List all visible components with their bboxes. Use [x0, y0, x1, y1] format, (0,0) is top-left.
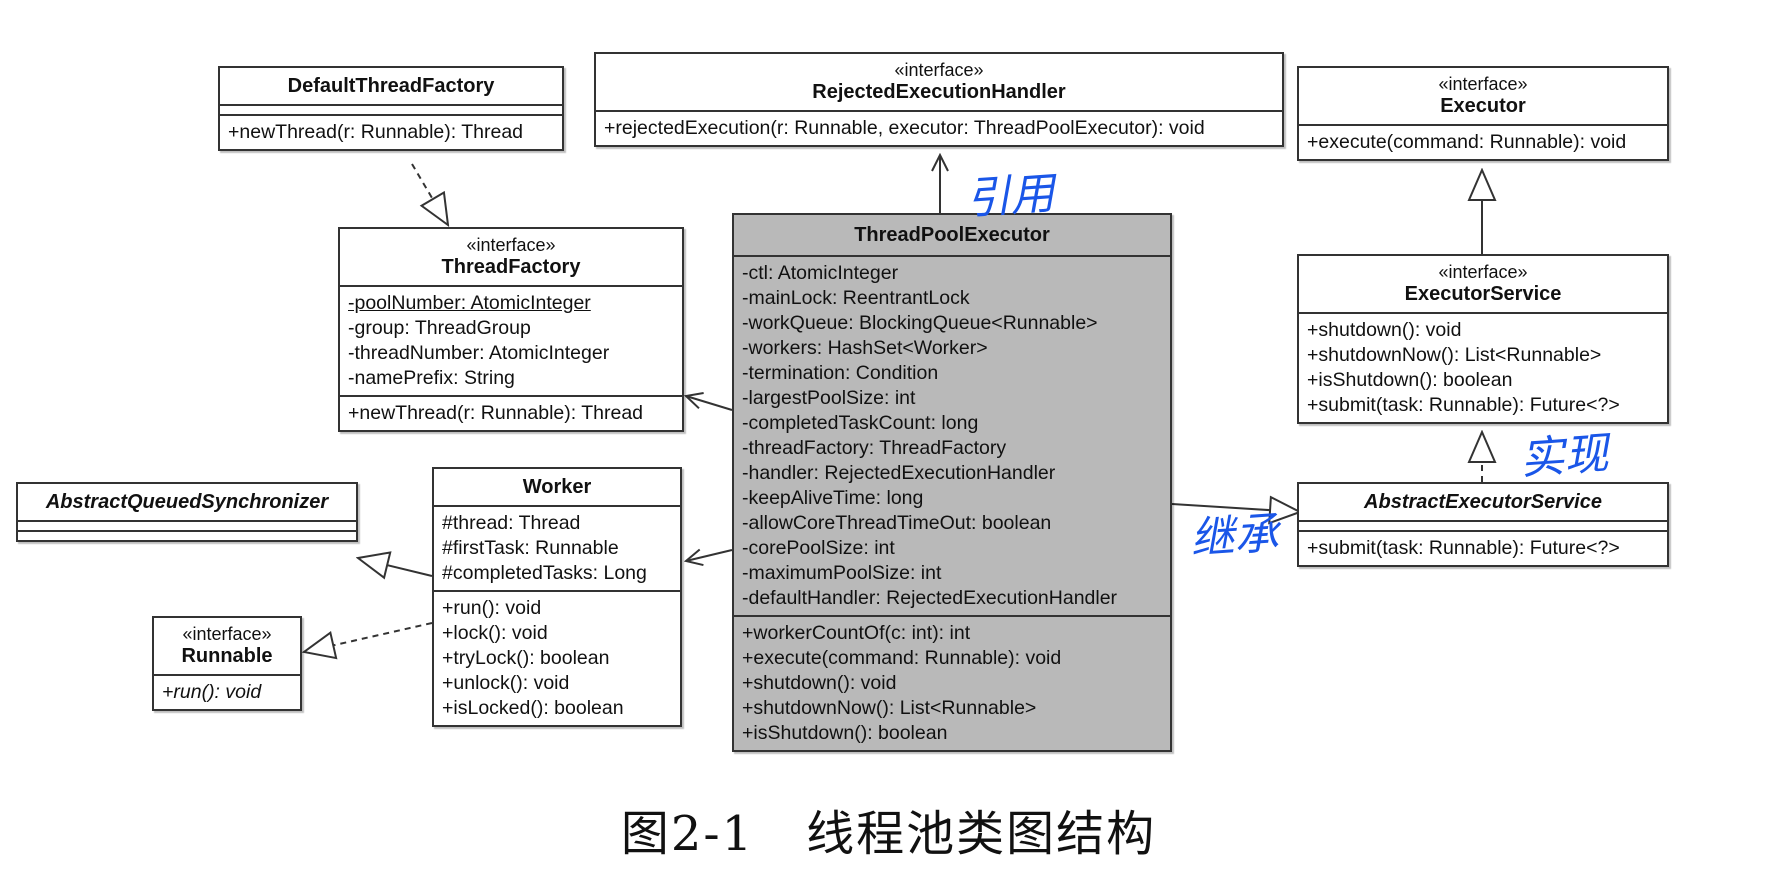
attributes-section: [18, 522, 356, 532]
class-name: AbstractExecutorService: [1364, 491, 1602, 513]
figure-caption: 图2-1 线程池类图结构: [0, 794, 1777, 864]
method: +tryLock(): boolean: [442, 647, 610, 669]
attribute: #completedTasks: Long: [442, 562, 647, 584]
method: +shutdownNow(): List<Runnable>: [1307, 344, 1602, 366]
methods-section: +rejectedExecution(r: Runnable, executor…: [596, 112, 1282, 145]
method: +newThread(r: Runnable): Thread: [348, 402, 644, 424]
annotation-implements: 实现: [1518, 427, 1610, 485]
attributes-section: #thread: Thread #firstTask: Runnable #co…: [434, 507, 680, 592]
class-worker: Worker #thread: Thread #firstTask: Runna…: [432, 467, 682, 727]
figure-title: 线程池类图结构: [806, 806, 1157, 862]
method: +execute(command: Runnable): void: [1307, 131, 1627, 153]
method: +isShutdown(): boolean: [1307, 369, 1513, 391]
attribute: -poolNumber: AtomicInteger: [348, 292, 591, 314]
attributes-section: -poolNumber: AtomicInteger -group: Threa…: [340, 287, 682, 397]
attribute: -largestPoolSize: int: [742, 387, 916, 409]
class-name: Executor: [1440, 95, 1526, 117]
methods-section: +workerCountOf(c: int): int +execute(com…: [734, 617, 1170, 750]
methods-section: +newThread(r: Runnable): Thread: [340, 397, 682, 430]
attribute: -ctl: AtomicInteger: [742, 262, 899, 284]
realization-worker-runnable: [304, 622, 433, 652]
class-name: ThreadFactory: [441, 256, 581, 278]
methods-section: [18, 532, 356, 540]
methods-section: +execute(command: Runnable): void: [1299, 126, 1667, 159]
association-threadfactory: [686, 396, 733, 411]
realization-defaultthreadfactory-threadfactory: [411, 163, 448, 225]
attribute: -defaultHandler: RejectedExecutionHandle…: [742, 587, 1118, 609]
class-executor-service: «interface» ExecutorService +shutdown():…: [1297, 254, 1669, 424]
attribute: -mainLock: ReentrantLock: [742, 287, 970, 309]
attribute: -corePoolSize: int: [742, 537, 895, 559]
class-name: ThreadPoolExecutor: [854, 224, 1050, 246]
class-thread-pool-executor: ThreadPoolExecutor -ctl: AtomicInteger -…: [732, 213, 1172, 752]
stereotype: «interface»: [1438, 262, 1528, 282]
attributes-section: [1299, 522, 1667, 532]
method: +shutdown(): void: [742, 672, 897, 694]
attributes-section: [220, 106, 562, 116]
methods-section: +submit(task: Runnable): Future<?>: [1299, 532, 1667, 565]
class-abstract-executor-service: AbstractExecutorService +submit(task: Ru…: [1297, 482, 1669, 567]
method: +submit(task: Runnable): Future<?>: [1307, 537, 1620, 559]
attribute: -namePrefix: String: [348, 367, 515, 389]
attribute: -threadFactory: ThreadFactory: [742, 437, 1007, 459]
methods-section: +newThread(r: Runnable): Thread: [220, 116, 562, 149]
methods-section: +run(): void +lock(): void +tryLock(): b…: [434, 592, 680, 725]
method: +run(): void: [162, 681, 262, 703]
method: +workerCountOf(c: int): int: [742, 622, 971, 644]
class-executor: «interface» Executor +execute(command: R…: [1297, 66, 1669, 161]
annotation-reference: 引用: [964, 167, 1056, 225]
attribute: -keepAliveTime: long: [742, 487, 924, 509]
class-name: Runnable: [181, 645, 273, 667]
class-name: Worker: [522, 476, 592, 498]
class-name: AbstractQueuedSynchronizer: [45, 491, 329, 513]
method: +lock(): void: [442, 622, 548, 644]
method: +unlock(): void: [442, 672, 570, 694]
attribute: -handler: RejectedExecutionHandler: [742, 462, 1056, 484]
attribute: -workers: HashSet<Worker>: [742, 337, 988, 359]
attribute: #firstTask: Runnable: [442, 537, 619, 559]
attribute: -workQueue: BlockingQueue<Runnable>: [742, 312, 1098, 334]
method: +execute(command: Runnable): void: [742, 647, 1062, 669]
association-worker: [686, 550, 733, 561]
method: +rejectedExecution(r: Runnable, executor…: [604, 117, 1205, 139]
class-default-thread-factory: DefaultThreadFactory +newThread(r: Runna…: [218, 66, 564, 151]
method: +run(): void: [442, 597, 542, 619]
methods-section: +run(): void: [154, 676, 300, 709]
method: +isLocked(): boolean: [442, 697, 624, 719]
stereotype: «interface»: [466, 235, 556, 255]
method: +submit(task: Runnable): Future<?>: [1307, 394, 1620, 416]
attribute: -termination: Condition: [742, 362, 939, 384]
class-name: RejectedExecutionHandler: [812, 81, 1066, 103]
figure-number: 图2-1: [620, 806, 755, 862]
class-runnable: «interface» Runnable +run(): void: [152, 616, 302, 711]
attribute: -group: ThreadGroup: [348, 317, 531, 339]
method: +newThread(r: Runnable): Thread: [228, 121, 524, 143]
generalization-worker-aqs: [358, 558, 433, 576]
stereotype: «interface»: [894, 60, 984, 80]
attribute: -completedTaskCount: long: [742, 412, 979, 434]
class-rejected-execution-handler: «interface» RejectedExecutionHandler +re…: [594, 52, 1284, 147]
class-abstract-queued-synchronizer: AbstractQueuedSynchronizer: [16, 482, 358, 542]
attributes-section: -ctl: AtomicInteger -mainLock: Reentrant…: [734, 257, 1170, 617]
method: +isShutdown(): boolean: [742, 722, 948, 744]
attribute: -allowCoreThreadTimeOut: boolean: [742, 512, 1052, 534]
method: +shutdown(): void: [1307, 319, 1462, 341]
class-name: ExecutorService: [1404, 283, 1562, 305]
stereotype: «interface»: [182, 624, 272, 644]
method: +shutdownNow(): List<Runnable>: [742, 697, 1037, 719]
methods-section: +shutdown(): void +shutdownNow(): List<R…: [1299, 314, 1667, 422]
attribute: -threadNumber: AtomicInteger: [348, 342, 610, 364]
stereotype: «interface»: [1438, 74, 1528, 94]
attribute: #thread: Thread: [442, 512, 581, 534]
class-name: DefaultThreadFactory: [287, 75, 495, 97]
annotation-inherits: 继承: [1188, 507, 1280, 565]
attribute: -maximumPoolSize: int: [742, 562, 942, 584]
class-thread-factory: «interface» ThreadFactory -poolNumber: A…: [338, 227, 684, 432]
